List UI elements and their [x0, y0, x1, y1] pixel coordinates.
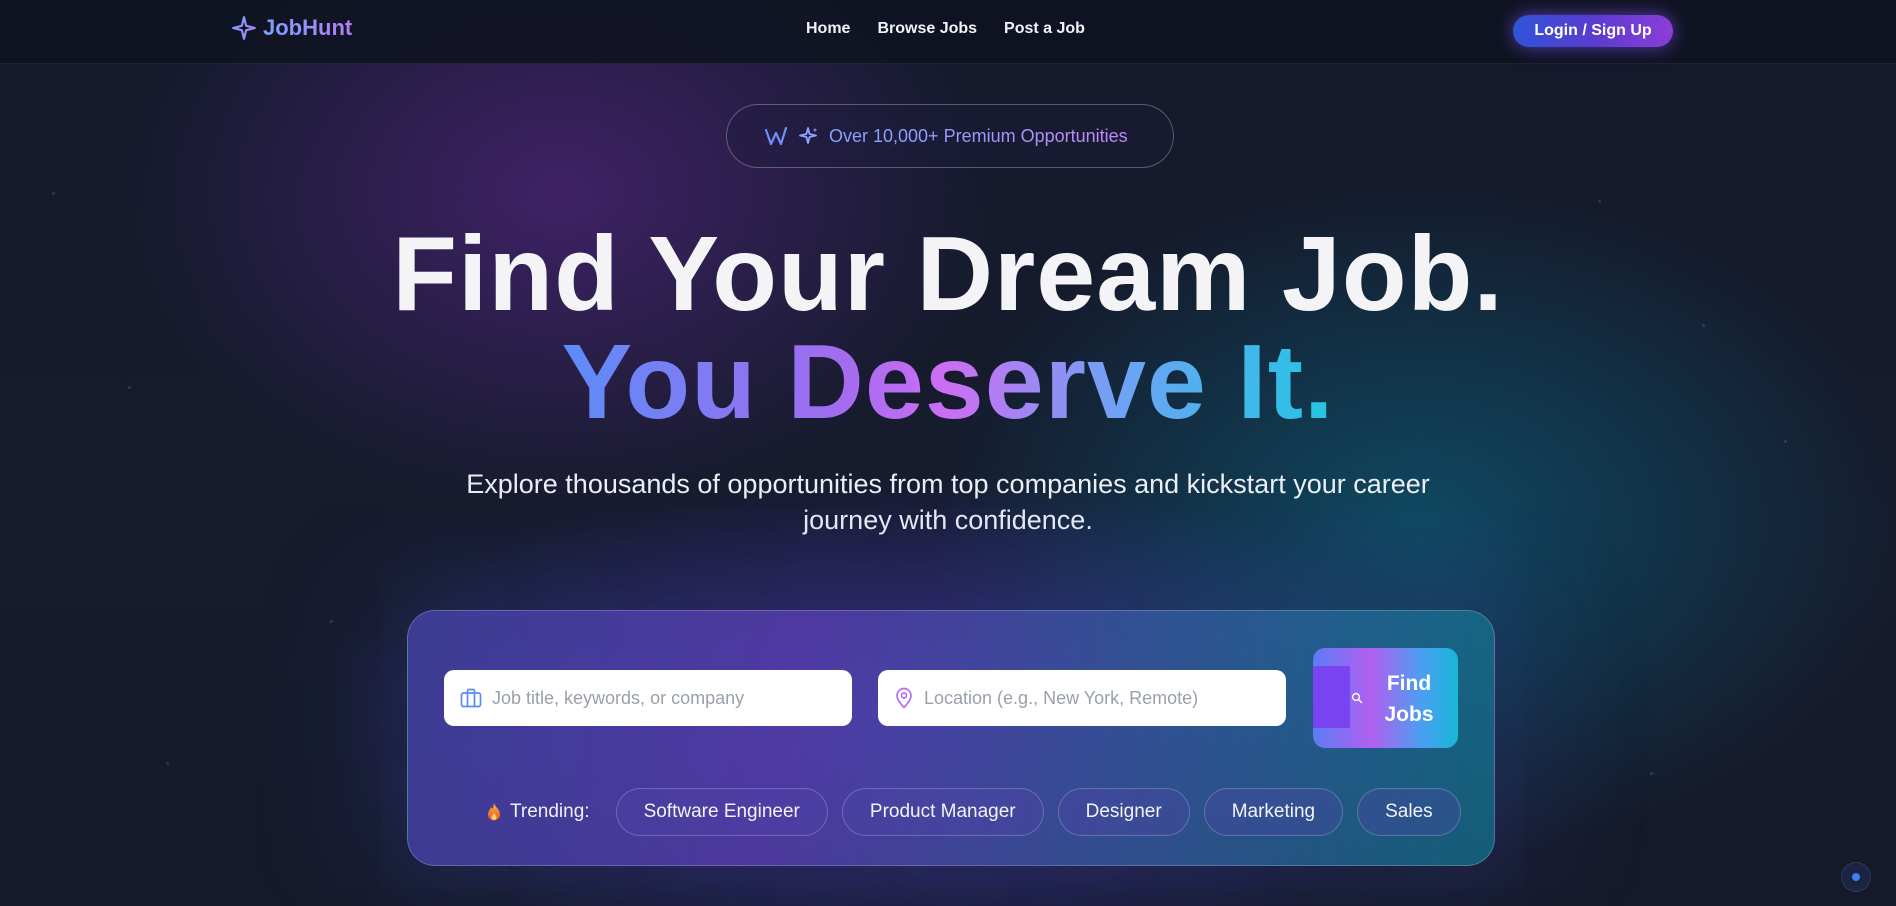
login-signup-button[interactable]: Login / Sign Up: [1513, 15, 1673, 47]
trending-row: Trending: Software Engineer Product Mana…: [486, 788, 1461, 836]
nav-link-browse-jobs[interactable]: Browse Jobs: [877, 20, 977, 38]
floating-action-button[interactable]: [1841, 862, 1871, 892]
keyword-input[interactable]: [492, 687, 832, 709]
trending-tag-marketing[interactable]: Marketing: [1203, 788, 1344, 836]
keyword-field: [444, 670, 852, 726]
hero-title-line-1: Find Your Dream Job.: [392, 215, 1504, 333]
location-input[interactable]: [924, 687, 1264, 709]
trending-tag-product-manager[interactable]: Product Manager: [841, 788, 1044, 836]
find-jobs-button[interactable]: Find Jobs: [1313, 648, 1458, 748]
search-card: Find Jobs Trending: Software Engineer Pr…: [407, 610, 1495, 866]
trending-label: Trending:: [486, 801, 590, 823]
search-icon: [1351, 692, 1363, 704]
background-particle: [1650, 772, 1653, 775]
trending-tag-designer[interactable]: Designer: [1057, 788, 1190, 836]
brand-logo[interactable]: JobHunt: [231, 15, 352, 41]
hero-subtitle: Explore thousands of opportunities from …: [466, 469, 1430, 535]
nav-link-home[interactable]: Home: [806, 20, 850, 38]
trending-tag-software-engineer[interactable]: Software Engineer: [615, 788, 828, 836]
background-particle: [1598, 200, 1601, 203]
trending-tag-sales[interactable]: Sales: [1357, 788, 1461, 836]
find-jobs-label: Find Jobs: [1384, 672, 1434, 726]
location-field: [878, 670, 1286, 726]
sparkle-icon: [232, 16, 256, 40]
briefcase-icon: [460, 688, 482, 708]
background-particle: [52, 192, 55, 195]
sparkles-icon: [799, 127, 818, 144]
opportunities-badge: Over 10,000+ Premium Opportunities: [726, 104, 1174, 168]
background-particle: [330, 620, 333, 623]
fire-icon: [488, 803, 500, 821]
dot-icon: [1852, 873, 1860, 881]
brand-name: JobHunt: [263, 15, 353, 40]
hero-title-gradient-text: You Deserve It.: [561, 323, 1335, 441]
badge-text: Over 10,000+ Premium Opportunities: [829, 125, 1128, 146]
top-navbar: JobHunt Home Browse Jobs Post a Job Logi…: [0, 0, 1896, 64]
find-jobs-button-accent: [1313, 666, 1350, 728]
trending-label-text: Trending:: [510, 801, 590, 822]
main-nav: Home Browse Jobs Post a Job: [806, 20, 1085, 38]
hero-title-line-2: You Deserve It.: [0, 322, 1896, 442]
background-particle: [166, 762, 169, 765]
wave-logo-icon: [764, 126, 788, 146]
nav-link-post-job[interactable]: Post a Job: [1004, 20, 1085, 38]
map-pin-icon: [896, 687, 912, 709]
